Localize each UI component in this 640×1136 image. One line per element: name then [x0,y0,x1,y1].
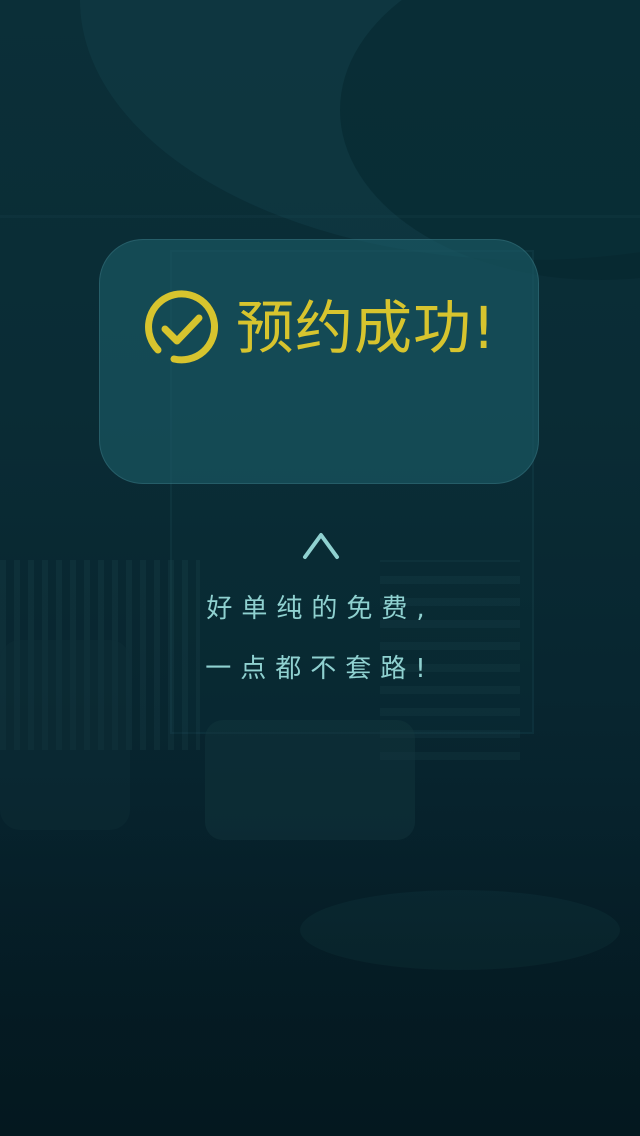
success-title: 预约成功! [236,294,497,362]
success-screen: 预约成功! 好单纯的免费, 一点都不套路! [0,0,640,1136]
slogan-line-1: 好单纯的免费, [206,594,434,624]
background-sofa [205,720,415,840]
background-curve [80,0,640,260]
check-circle-icon [145,290,218,364]
background-curve-inner [340,0,640,280]
chevron-up-icon[interactable] [302,530,340,560]
background-table [300,890,620,970]
background-floor [0,820,640,1136]
slogan-line-2: 一点都不套路! [205,654,435,684]
background-line [0,215,640,218]
